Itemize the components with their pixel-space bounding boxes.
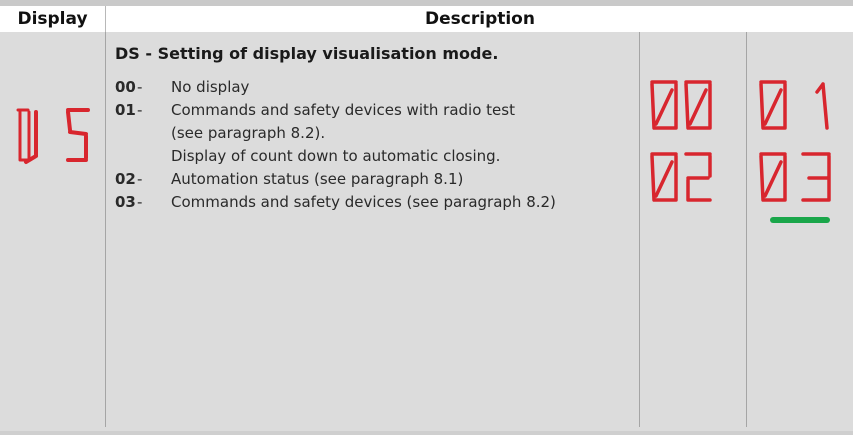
header-description: Description: [425, 9, 535, 29]
segment-display-00: [650, 80, 712, 130]
option-text: Automation status (see paragraph 8.1): [171, 170, 464, 188]
option-dash: -: [137, 78, 143, 96]
option-row-02: 02- Automation status (see paragraph 8.1): [115, 170, 463, 188]
option-code: 03: [115, 193, 136, 211]
option-row-00: 00- No display: [115, 78, 249, 96]
parameter-title: DS - Setting of display visualisation mo…: [115, 44, 499, 63]
column-divider-segments: [639, 32, 640, 427]
option-row-01: 01- Commands and safety devices with radi…: [115, 101, 515, 119]
ds-segment-display: [16, 108, 90, 164]
option-dash: -: [137, 101, 143, 119]
option-code: 01: [115, 101, 136, 119]
segment-display-03: [759, 152, 831, 202]
segment-display-02: [650, 152, 712, 202]
option-code: 00: [115, 78, 136, 96]
option-text-continued: Display of count down to automatic closi…: [171, 147, 501, 165]
column-divider-display: [105, 32, 106, 427]
column-divider-segments-2: [746, 32, 747, 427]
option-text-continued: (see paragraph 8.2).: [171, 124, 326, 142]
segment-display-01: [759, 80, 829, 130]
option-dash: -: [137, 170, 143, 188]
option-text: Commands and safety devices (see paragra…: [171, 193, 556, 211]
selected-indicator: [770, 217, 830, 223]
option-row-03: 03- Commands and safety devices (see para…: [115, 193, 556, 211]
option-code: 02: [115, 170, 136, 188]
header-display: Display: [17, 9, 88, 29]
option-dash: -: [137, 193, 143, 211]
option-text: Commands and safety devices with radio t…: [171, 101, 515, 119]
table-header: Display Description: [0, 6, 853, 32]
table-frame: [0, 0, 853, 435]
option-text: No display: [171, 78, 250, 96]
header-separator: [105, 6, 106, 32]
